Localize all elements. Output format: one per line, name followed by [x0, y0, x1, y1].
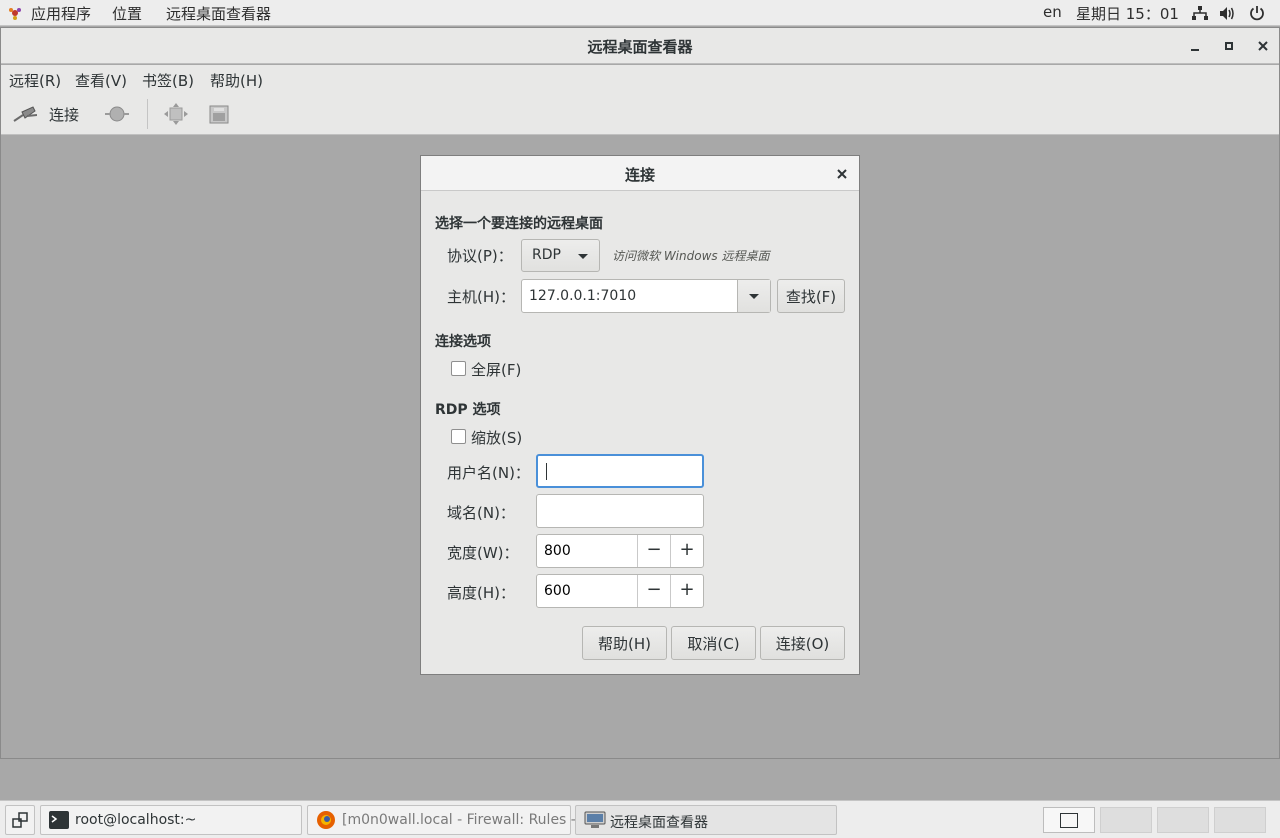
protocol-label: 协议(P)： [447, 247, 513, 265]
menu-bar: 远程(R) 查看(V) 书签(B) 帮助(H) [1, 65, 1279, 93]
taskbar-item-firefox[interactable]: [m0n0wall.local - Firewall: Rules - M··· [307, 805, 606, 835]
username-field-box [536, 454, 704, 488]
connect-button[interactable]: 连接(O) [760, 626, 845, 660]
menu-view[interactable]: 查看(V) [75, 70, 127, 91]
width-input[interactable] [537, 535, 637, 567]
host-label: 主机(H)： [447, 288, 515, 306]
menu-bookmarks[interactable]: 书签(B) [142, 70, 194, 91]
taskbar: root@localhost:~ [m0n0wall.local - Firew… [0, 800, 1280, 838]
height-increment-button[interactable]: + [670, 575, 703, 607]
clock[interactable]: 星期日 15：01 [1076, 3, 1179, 24]
host-combo [521, 279, 771, 313]
dialog-header[interactable]: 连接 [421, 156, 859, 191]
username-label: 用户名(N)： [447, 464, 530, 482]
connect-toolbar-button[interactable]: 连接 [49, 104, 79, 125]
host-input[interactable] [522, 280, 737, 312]
menu-help[interactable]: 帮助(H) [210, 70, 263, 91]
applications-menu[interactable]: 应用程序 [31, 3, 91, 24]
chevron-down-icon [578, 254, 588, 259]
help-button[interactable]: 帮助(H) [582, 626, 667, 660]
find-button[interactable]: 查找(F) [777, 279, 845, 313]
close-icon[interactable] [1254, 37, 1272, 55]
scale-label[interactable]: 缩放(S) [471, 427, 522, 448]
height-decrement-button[interactable]: − [637, 575, 670, 607]
text-cursor [546, 463, 547, 480]
minimize-icon[interactable] [1186, 37, 1204, 55]
host-history-button[interactable] [737, 280, 770, 312]
apps-menu-icon[interactable] [8, 6, 22, 20]
width-decrement-button[interactable]: − [637, 535, 670, 567]
volume-icon[interactable] [1219, 6, 1236, 21]
workspace-3[interactable] [1157, 807, 1209, 833]
maximize-icon[interactable] [1220, 37, 1238, 55]
show-desktop-button[interactable] [5, 805, 35, 835]
screenshot-icon[interactable] [207, 103, 231, 125]
scale-checkbox[interactable] [451, 429, 466, 444]
width-spinner: − + [536, 534, 704, 568]
chevron-down-icon [749, 294, 759, 299]
dialog-title: 连接 [624, 166, 655, 184]
menu-remote[interactable]: 远程(R) [9, 70, 61, 91]
input-language[interactable]: en [1043, 3, 1062, 21]
window-titlebar[interactable]: 远程桌面查看器 [1, 28, 1279, 64]
fullscreen-icon[interactable] [164, 103, 188, 125]
select-desktop-heading: 选择一个要连接的远程桌面 [435, 216, 603, 232]
places-menu[interactable]: 位置 [112, 3, 142, 24]
width-increment-button[interactable]: + [670, 535, 703, 567]
taskbar-item-terminal[interactable]: root@localhost:~ [40, 805, 302, 835]
window-title: 远程桌面查看器 [587, 38, 693, 56]
domain-label: 域名(N)： [447, 504, 515, 522]
username-input[interactable] [538, 456, 702, 486]
taskbar-item-label: [m0n0wall.local - Firewall: Rules - M··· [342, 812, 606, 828]
workspace-1[interactable] [1043, 807, 1095, 833]
height-input[interactable] [537, 575, 637, 607]
top-bar: 应用程序 位置 远程桌面查看器 en 星期日 15：01 [0, 0, 1280, 26]
terminal-icon [49, 811, 69, 829]
cancel-button[interactable]: 取消(C) [671, 626, 756, 660]
remote-viewer-icon [584, 811, 606, 828]
protocol-hint: 访问微软 Windows 远程桌面 [612, 249, 770, 263]
network-icon[interactable] [1192, 6, 1208, 21]
rdp-options-heading: RDP 选项 [435, 402, 501, 418]
taskbar-item-label: root@localhost:~ [75, 812, 197, 828]
connect-plug-icon[interactable] [13, 103, 37, 125]
workspace-window-thumbnail [1060, 813, 1078, 828]
width-label: 宽度(W)： [447, 544, 519, 562]
fullscreen-checkbox[interactable] [451, 361, 466, 376]
disconnect-icon[interactable] [105, 103, 129, 125]
protocol-value: RDP [532, 247, 561, 263]
dialog-close-icon[interactable] [835, 163, 849, 185]
height-spinner: − + [536, 574, 704, 608]
fullscreen-label[interactable]: 全屏(F) [471, 359, 521, 380]
connection-options-heading: 连接选项 [435, 334, 491, 350]
protocol-select[interactable]: RDP [521, 239, 600, 272]
workspace-2[interactable] [1100, 807, 1152, 833]
domain-input[interactable] [537, 495, 703, 527]
power-icon[interactable] [1249, 5, 1265, 21]
active-app-menu[interactable]: 远程桌面查看器 [166, 3, 271, 24]
toolbar: 连接 [1, 93, 1279, 135]
connect-dialog: 连接 选择一个要连接的远程桌面 协议(P)： RDP 访问微软 Windows … [420, 155, 860, 675]
height-label: 高度(H)： [447, 584, 515, 602]
taskbar-item-remote-viewer[interactable]: 远程桌面查看器 [575, 805, 837, 835]
domain-field-box [536, 494, 704, 528]
firefox-icon [317, 811, 335, 829]
taskbar-item-label: 远程桌面查看器 [610, 815, 708, 831]
show-desktop-icon [12, 812, 28, 828]
workspace-4[interactable] [1214, 807, 1266, 833]
toolbar-separator [147, 99, 148, 129]
